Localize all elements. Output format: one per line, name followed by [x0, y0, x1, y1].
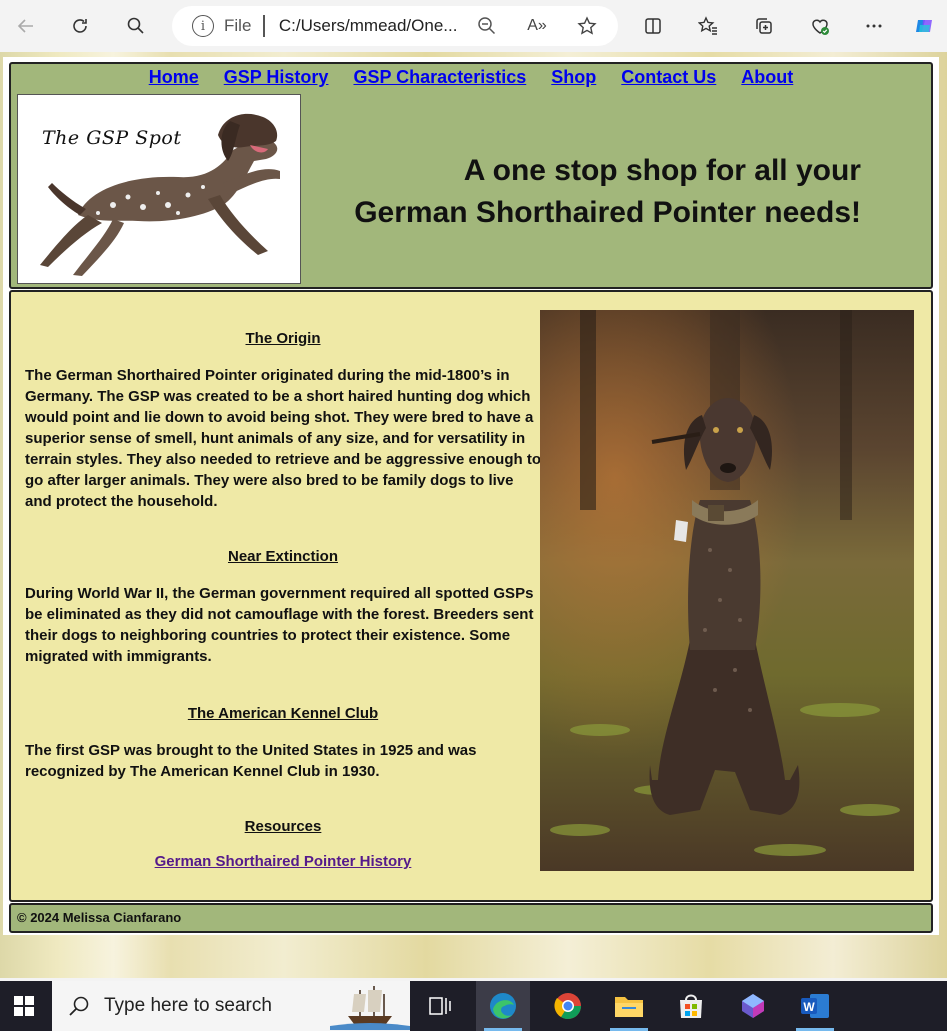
gsp-sitting-photo [540, 310, 914, 871]
section-text-origin: The German Shorthaired Pointer originate… [25, 367, 541, 510]
site-logo[interactable]: The GSP Spot [17, 94, 301, 284]
refresh-icon[interactable] [64, 10, 96, 42]
edge-icon [490, 993, 516, 1019]
taskbar-copilot[interactable] [726, 981, 780, 1031]
folder-icon [615, 997, 643, 1017]
taskbar-word[interactable]: W [788, 981, 842, 1031]
zoom-out-icon[interactable] [476, 15, 498, 37]
address-bar[interactable]: i File C:/Users/mmead/One... A» [172, 6, 618, 46]
windows-taskbar: Type here to search W [0, 981, 947, 1031]
svg-text:W: W [803, 1000, 815, 1014]
nav-link-contact-us[interactable]: Contact Us [621, 67, 716, 87]
back-icon[interactable] [10, 10, 42, 42]
task-view-button[interactable] [414, 981, 468, 1031]
running-dog-illustration [40, 113, 280, 276]
taskbar-edge[interactable] [476, 981, 530, 1031]
pirate-ship-icon [330, 986, 410, 1030]
address-separator [263, 15, 265, 37]
windows-logo-icon [14, 996, 34, 1016]
nav-link-about[interactable]: About [741, 67, 793, 87]
info-icon[interactable]: i [192, 15, 214, 37]
collections-icon[interactable] [748, 10, 780, 42]
copyright-text: © 2024 Melissa Cianfarano [17, 910, 182, 925]
word-icon: W [801, 994, 829, 1018]
taskbar-chrome[interactable] [541, 981, 595, 1031]
chrome-icon [554, 993, 582, 1020]
copilot-app-icon [742, 994, 764, 1018]
favorites-icon[interactable] [692, 10, 724, 42]
section-text-near-extinction: During World War II, the German governme… [25, 585, 534, 665]
favorite-star-icon[interactable] [576, 15, 598, 37]
task-view-icon [429, 997, 451, 1015]
main-content: The Origin The German Shorthaired Pointe… [9, 290, 933, 902]
main-nav: Home GSP History GSP Characteristics Sho… [11, 67, 931, 88]
search-icon[interactable] [120, 10, 152, 42]
nav-link-gsp-history[interactable]: GSP History [224, 67, 329, 87]
start-button[interactable] [0, 981, 48, 1031]
split-screen-icon[interactable] [637, 10, 669, 42]
section-title-akc: The American Kennel Club [187, 705, 379, 722]
tagline-line-2: German Shorthaired Pointer needs! [354, 196, 861, 229]
section-title-resources: Resources [244, 818, 322, 835]
more-options-icon[interactable] [858, 10, 890, 42]
copilot-icon[interactable] [908, 10, 940, 42]
search-icon [69, 996, 89, 1016]
store-icon [680, 994, 702, 1018]
history-article: The Origin The German Shorthaired Pointe… [25, 330, 541, 870]
nav-link-shop[interactable]: Shop [551, 67, 596, 87]
site-header: Home GSP History GSP Characteristics Sho… [9, 62, 933, 289]
section-title-near-extinction: Near Extinction [227, 548, 339, 565]
read-aloud-icon[interactable]: A» [526, 15, 548, 37]
taskbar-search[interactable]: Type here to search [52, 981, 410, 1031]
section-text-akc: The first GSP was brought to the United … [25, 742, 477, 780]
taskbar-microsoft-store[interactable] [664, 981, 718, 1031]
site-tagline: A one stop shop for all your German Shor… [321, 150, 861, 234]
browser-essentials-icon[interactable] [804, 10, 836, 42]
resource-link-gsp-history[interactable]: German Shorthaired Pointer History [25, 853, 541, 870]
tagline-line-1: A one stop shop for all your [463, 154, 861, 187]
url-text[interactable]: C:/Users/mmead/One... [279, 16, 465, 36]
section-title-origin: The Origin [245, 330, 321, 347]
nav-link-home[interactable]: Home [149, 67, 199, 87]
taskbar-search-placeholder: Type here to search [104, 995, 272, 1016]
file-label: File [224, 16, 252, 35]
nav-link-gsp-characteristics[interactable]: GSP Characteristics [353, 67, 526, 87]
taskbar-file-explorer[interactable] [602, 981, 656, 1031]
site-footer: © 2024 Melissa Cianfarano [9, 903, 933, 933]
browser-toolbar: i File C:/Users/mmead/One... A» [0, 0, 947, 52]
